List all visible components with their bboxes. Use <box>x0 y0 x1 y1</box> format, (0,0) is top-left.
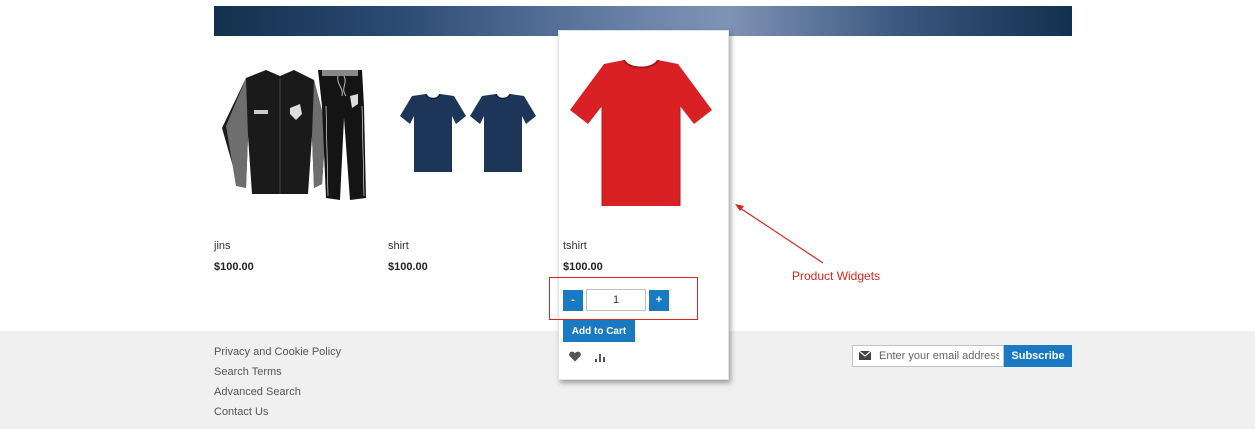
annotation-arrow <box>735 204 824 264</box>
annotation-label: Product Widgets <box>792 269 881 283</box>
